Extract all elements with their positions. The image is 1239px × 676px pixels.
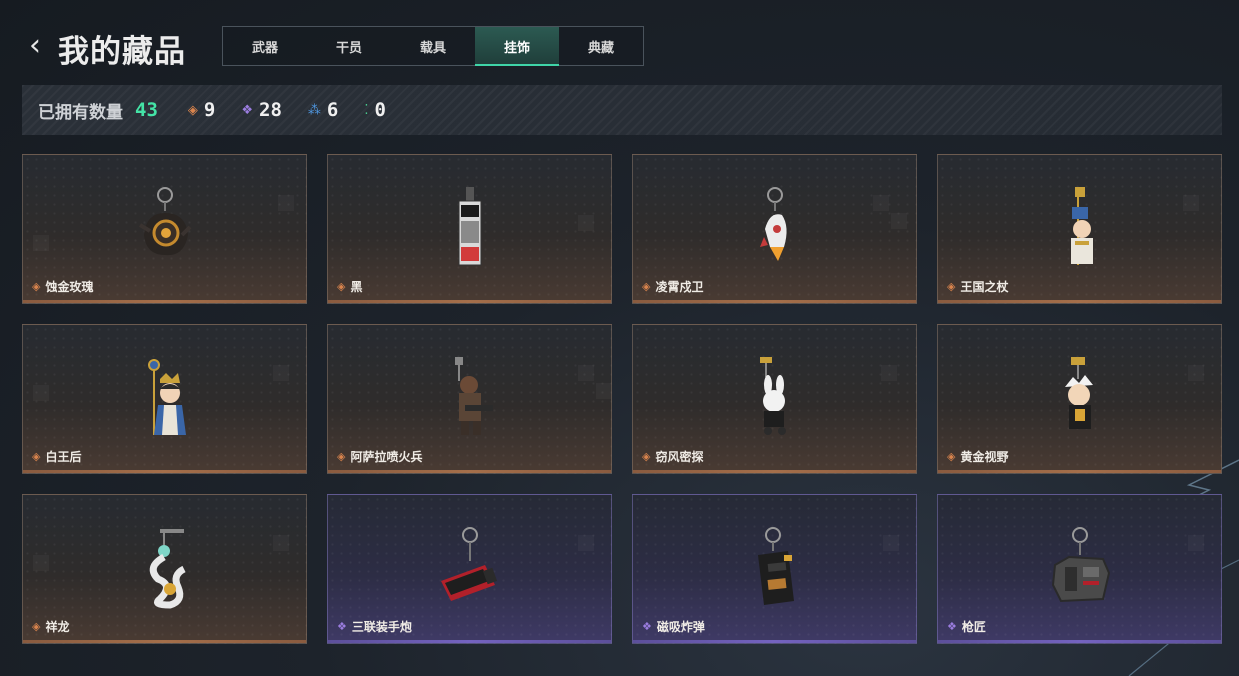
charm-card[interactable]: ◈ 黄金视野 (937, 324, 1222, 474)
rabbit-spy-charm-icon (740, 355, 810, 441)
orange-diamond-icon: ◈ (642, 450, 651, 463)
orange-diamond-icon: ◈ (337, 450, 346, 463)
king-figure-charm-icon (1045, 185, 1115, 271)
purple-diamond-icon: ❖ (337, 620, 347, 633)
charm-card[interactable]: ◈ 祥龙 (22, 494, 307, 644)
charm-card[interactable]: ◈ 窃风密探 (632, 324, 917, 474)
charm-card[interactable]: ◈ 阿萨拉喷火兵 (327, 324, 612, 474)
charm-name: 三联装手炮 (351, 620, 412, 634)
owned-label: 已拥有数量 (38, 102, 123, 123)
orange-diamond-icon: ◈ (642, 280, 651, 293)
rocket-charm-icon (740, 185, 810, 271)
charm-name: 枪匠 (961, 620, 986, 634)
tab-vehicles[interactable]: 载具 (391, 27, 475, 65)
tab-weapons[interactable]: 武器 (223, 27, 307, 65)
charm-name: 蚀金玫瑰 (45, 280, 94, 294)
charm-name: 窃风密探 (655, 450, 704, 464)
purple-diamond-icon: ❖ (642, 620, 652, 633)
owned-count: 43 (135, 99, 158, 121)
charm-grid: ◈ 蚀金玫瑰 ◈ 黑 ◈ 凌霄戍卫 ◈ 王国之杖 ◈ 白王后 ◈ 阿萨拉喷火兵 … (22, 154, 1222, 644)
charm-name: 黄金视野 (960, 450, 1009, 464)
charm-name: 阿萨拉喷火兵 (350, 450, 423, 464)
charm-name: 王国之杖 (960, 280, 1009, 294)
charm-name: 凌霄戍卫 (655, 280, 704, 294)
charm-name: 祥龙 (45, 620, 70, 634)
rarity-stat-purple: ❖ 28 (241, 99, 282, 121)
orange-diamond-icon: ◈ (32, 280, 41, 293)
charm-card[interactable]: ❖ 磁吸炸弹 (632, 494, 917, 644)
purple-diamond-icon: ❖ (241, 102, 253, 118)
charm-card[interactable]: ◈ 凌霄戍卫 (632, 154, 917, 304)
flamethrower-soldier-charm-icon (435, 355, 505, 441)
orange-diamond-icon: ◈ (187, 102, 198, 118)
rarity-count: 9 (203, 99, 216, 121)
charm-card[interactable]: ◈ 白王后 (22, 324, 307, 474)
green-diamond-icon: ⁚ (364, 102, 369, 118)
gunsmith-box-charm-icon (1045, 525, 1115, 611)
charm-name: 白王后 (45, 450, 82, 464)
stats-bar: 已拥有数量 43 ◈ 9 ❖ 28 ⁂ 6 ⁚ 0 (22, 85, 1222, 135)
card-tag-charm-icon (435, 185, 505, 271)
charm-name: 黑 (350, 280, 363, 294)
charm-card[interactable]: ❖ 枪匠 (937, 494, 1222, 644)
purple-diamond-icon: ❖ (947, 620, 957, 633)
dragon-charm-icon (130, 525, 200, 611)
charm-card[interactable]: ◈ 王国之杖 (937, 154, 1222, 304)
tab-charms[interactable]: 挂饰 (475, 27, 559, 66)
tab-collection[interactable]: 典藏 (559, 27, 643, 65)
orange-diamond-icon: ◈ (32, 620, 41, 633)
chevron-left-icon: ‹ (29, 28, 41, 63)
charm-name: 磁吸炸弹 (656, 620, 705, 634)
charm-card[interactable]: ◈ 蚀金玫瑰 (22, 154, 307, 304)
hand-cannon-charm-icon (435, 525, 505, 611)
golden-figure-charm-icon (1045, 355, 1115, 441)
rarity-count: 6 (326, 99, 339, 121)
back-button[interactable]: ‹ (24, 28, 46, 63)
rarity-stat-orange: ◈ 9 (188, 99, 215, 121)
rarity-count: 0 (374, 99, 386, 121)
rose-charm-icon (130, 185, 200, 271)
rarity-stat-green: ⁚ 0 (364, 99, 386, 121)
charm-card[interactable]: ❖ 三联装手炮 (327, 494, 612, 644)
blue-diamond-icon: ⁂ (307, 102, 321, 118)
tab-operators[interactable]: 干员 (307, 27, 391, 65)
rarity-count: 28 (259, 99, 282, 121)
magnetic-bomb-charm-icon (740, 525, 810, 611)
orange-diamond-icon: ◈ (337, 280, 346, 293)
queen-figure-charm-icon (130, 355, 200, 441)
category-tabs: 武器 干员 载具 挂饰 典藏 (222, 26, 644, 66)
orange-diamond-icon: ◈ (32, 450, 41, 463)
orange-diamond-icon: ◈ (947, 450, 956, 463)
orange-diamond-icon: ◈ (947, 280, 956, 293)
page-title: 我的藏品 (58, 34, 186, 70)
rarity-stat-blue: ⁂ 6 (308, 99, 338, 121)
charm-card[interactable]: ◈ 黑 (327, 154, 612, 304)
